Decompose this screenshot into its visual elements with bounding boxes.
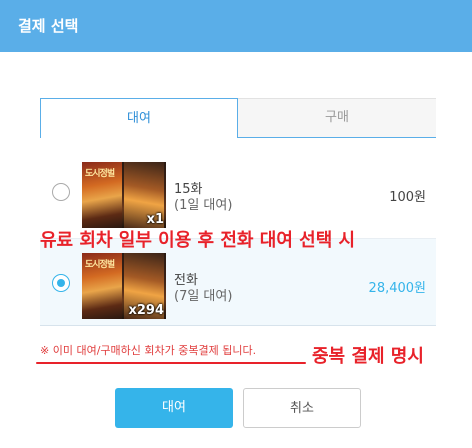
episode-price: 100원 <box>389 190 426 205</box>
radio-episode-15[interactable] <box>52 183 70 201</box>
episode-thumbnail: 도시정벌 x1 <box>82 162 166 228</box>
annotation-duplicate-note: 중복 결제 명시 <box>312 346 424 367</box>
cover-title: 도시정벌 <box>85 169 115 179</box>
tab-bar: 대여 구매 <box>40 98 436 138</box>
cancel-button[interactable]: 취소 <box>243 388 361 428</box>
cover-title: 도시정벌 <box>85 260 115 270</box>
tab-purchase[interactable]: 구매 <box>238 98 436 138</box>
rental-period: (1일 대여) <box>174 198 233 213</box>
tab-rent[interactable]: 대여 <box>40 98 238 138</box>
dialog-header: 결제 선택 <box>0 0 472 52</box>
annotation-selection-note: 유료 회차 일부 이용 후 전화 대여 선택 시 <box>40 230 356 251</box>
thumb-count: x1 <box>146 212 164 227</box>
radio-all-episodes[interactable] <box>52 274 70 292</box>
annotation-underline <box>36 362 306 364</box>
rent-button[interactable]: 대여 <box>115 388 233 428</box>
duplicate-payment-notice: ※ 이미 대여/구매하신 회차가 중복결제 됩니다. <box>40 344 257 357</box>
dialog-title: 결제 선택 <box>18 17 79 35</box>
rental-period: (7일 대여) <box>174 289 233 304</box>
thumb-count: x294 <box>128 303 164 318</box>
list-item-episode-15[interactable]: 도시정벌 x1 15화 (1일 대여) 100원 <box>40 148 436 236</box>
episode-price: 28,400원 <box>368 281 426 296</box>
episode-thumbnail: 도시정벌 x294 <box>82 253 166 319</box>
